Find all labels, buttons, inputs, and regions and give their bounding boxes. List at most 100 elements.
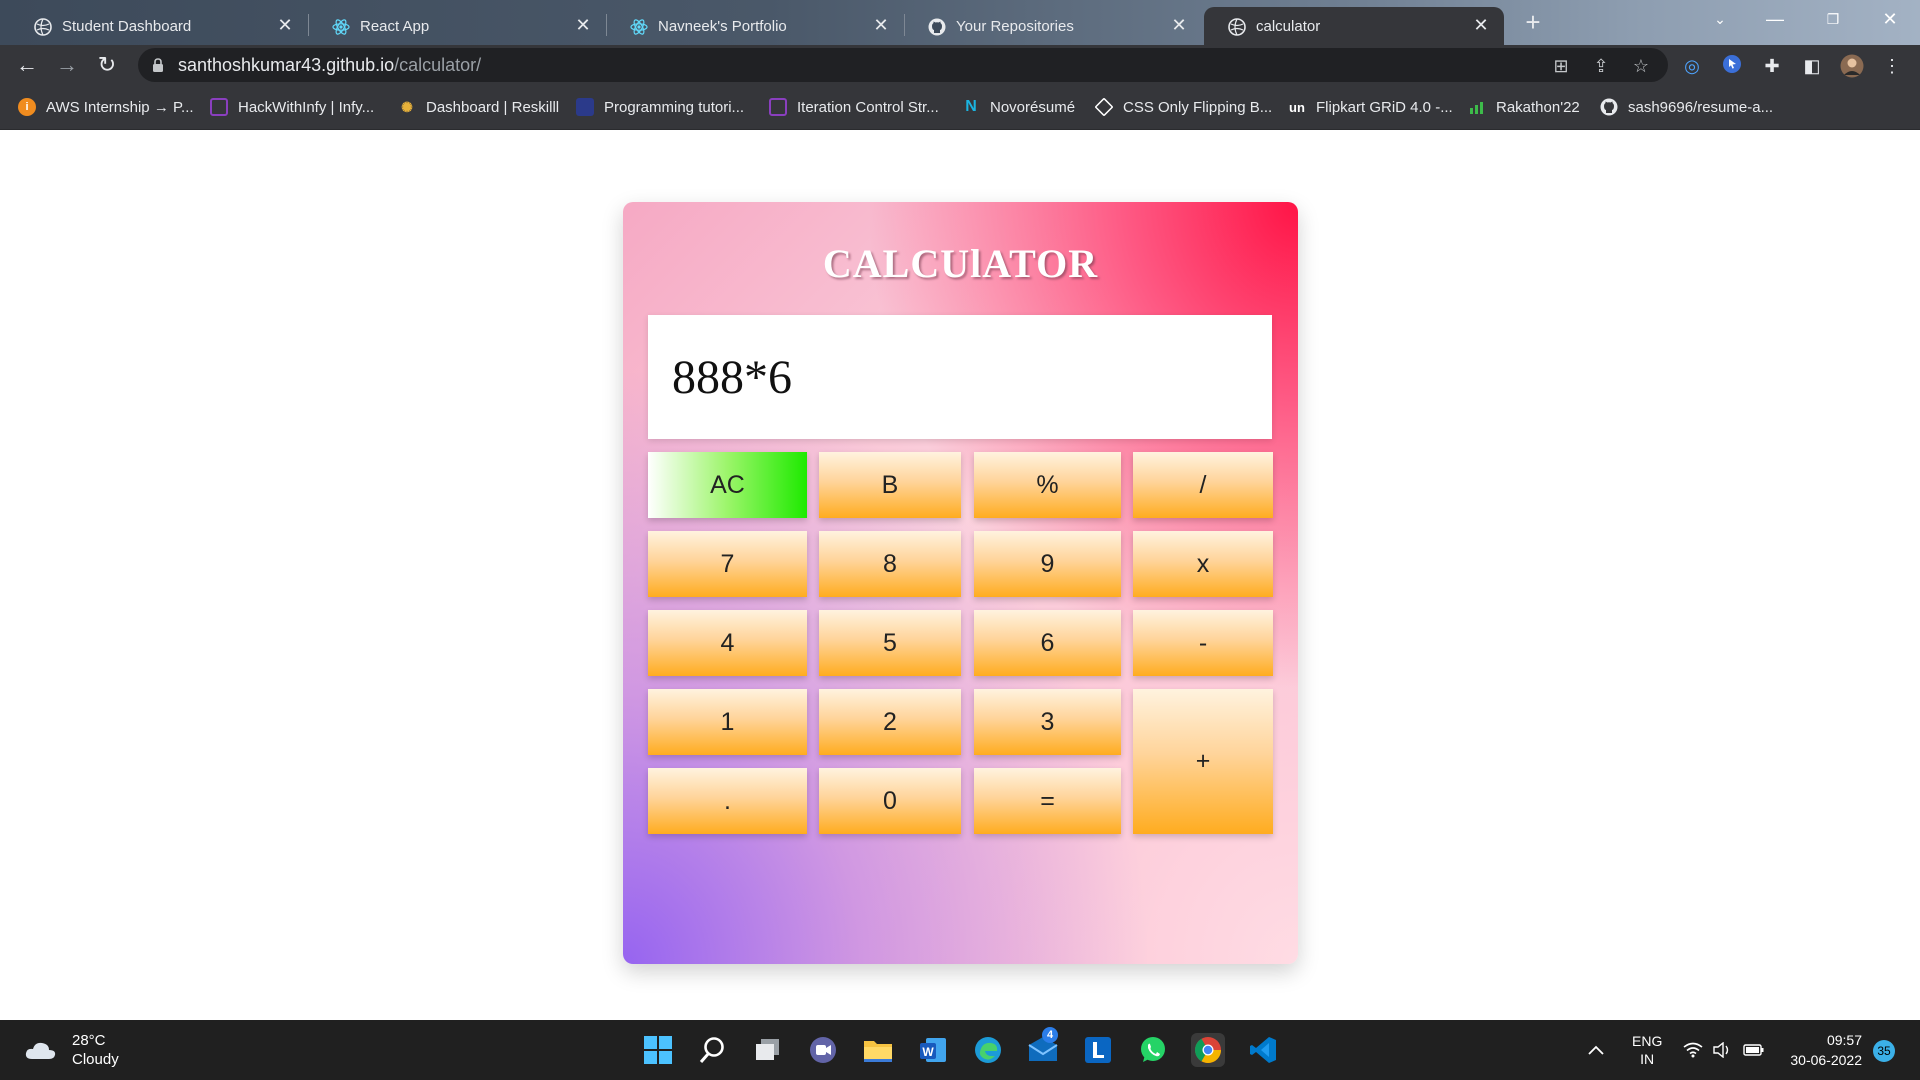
equals-button[interactable]: = — [974, 768, 1121, 834]
bookmark-css-flipping[interactable]: CSS Only Flipping B... — [1094, 96, 1273, 118]
bookmark-label: Programming tutori... — [604, 98, 745, 116]
tab-react-app[interactable]: React App ✕ — [308, 7, 606, 45]
bookmark-rakathon[interactable]: Rakathon'22 — [1468, 96, 1580, 118]
hackwithinfy-icon — [210, 98, 228, 116]
weather-widget[interactable]: 28°C Cloudy — [24, 1030, 119, 1070]
calculator-display[interactable]: 888*6 — [648, 315, 1272, 439]
linkedin-learning-icon[interactable] — [1081, 1033, 1115, 1067]
clear-all-button[interactable]: AC — [648, 452, 807, 518]
globe-icon — [34, 18, 52, 36]
tab-calculator[interactable]: calculator ✕ — [1204, 7, 1504, 45]
tab-search-icon[interactable]: ⌄ — [1700, 6, 1740, 32]
extension-cursor-icon[interactable] — [1720, 54, 1744, 78]
close-tab-icon[interactable]: ✕ — [1168, 14, 1190, 36]
edge-icon[interactable] — [971, 1033, 1005, 1067]
volume-icon[interactable] — [1712, 1020, 1732, 1080]
digit-9-button[interactable]: 9 — [974, 531, 1121, 597]
multiply-button[interactable]: x — [1133, 531, 1273, 597]
url-host: santhoshkumar43.github.io — [178, 55, 395, 75]
mail-badge: 4 — [1042, 1027, 1058, 1043]
restore-icon[interactable]: ❐ — [1813, 6, 1853, 32]
bookmark-label: CSS Only Flipping B... — [1123, 98, 1273, 116]
tab-student-dashboard[interactable]: Student Dashboard ✕ — [10, 7, 308, 45]
tab-label: calculator — [1256, 17, 1321, 35]
weather-temp: 28°C — [72, 1032, 106, 1049]
bookmark-reskilll[interactable]: ✺ Dashboard | Reskilll — [398, 96, 559, 118]
clock-time: 09:57 — [1826, 1032, 1862, 1048]
react-icon — [630, 18, 648, 36]
divide-button[interactable]: / — [1133, 452, 1273, 518]
bookmark-iteration-control[interactable]: Iteration Control Str... — [769, 96, 939, 118]
digit-2-button[interactable]: 2 — [819, 689, 961, 755]
digit-7-button[interactable]: 7 — [648, 531, 807, 597]
bookmark-aws-internship[interactable]: i AWS Internship → P... — [18, 96, 194, 118]
unstop-icon: un — [1289, 99, 1305, 115]
minimize-icon[interactable]: — — [1755, 6, 1795, 32]
svg-text:W: W — [922, 1045, 934, 1059]
bookmark-resume-repo[interactable]: sash9696/resume-a... — [1600, 96, 1773, 118]
decimal-button[interactable]: . — [648, 768, 807, 834]
bookmark-label: Flipkart GRiD 4.0 -... — [1316, 98, 1453, 116]
close-tab-icon[interactable]: ✕ — [274, 14, 296, 36]
bookmark-programming-tutorial[interactable]: Programming tutori... — [576, 96, 744, 118]
language-indicator[interactable]: ENG IN — [1632, 1020, 1662, 1080]
start-icon[interactable] — [641, 1033, 675, 1067]
new-tab-button[interactable]: + — [1518, 8, 1548, 38]
translate-icon[interactable]: ⊞ — [1550, 55, 1572, 77]
minus-button[interactable]: - — [1133, 610, 1273, 676]
reload-icon[interactable]: ↻ — [92, 50, 122, 80]
tab-your-repositories[interactable]: Your Repositories ✕ — [904, 7, 1202, 45]
digit-6-button[interactable]: 6 — [974, 610, 1121, 676]
bookmark-star-icon[interactable]: ☆ — [1630, 55, 1652, 77]
close-window-icon[interactable]: ✕ — [1870, 6, 1910, 32]
digit-4-button[interactable]: 4 — [648, 610, 807, 676]
github-icon — [928, 18, 946, 36]
task-view-icon[interactable] — [751, 1033, 785, 1067]
file-explorer-icon[interactable] — [861, 1033, 895, 1067]
word-icon[interactable]: W — [916, 1033, 950, 1067]
bookmark-hackwithinfy[interactable]: HackWithInfy | Infy... — [210, 96, 374, 118]
whatsapp-icon[interactable] — [1136, 1033, 1170, 1067]
tab-portfolio[interactable]: Navneek's Portfolio ✕ — [606, 7, 904, 45]
plus-button[interactable]: + — [1133, 689, 1273, 834]
calculator-title: CALCUlATOR — [822, 241, 1099, 286]
browser-menu-icon[interactable]: ⋮ — [1880, 54, 1904, 78]
bookmark-novoresume[interactable]: N Novorésumé — [962, 96, 1075, 118]
digit-5-button[interactable]: 5 — [819, 610, 961, 676]
tutorial-icon — [576, 98, 594, 116]
address-bar[interactable]: santhoshkumar43.github.io/calculator/ ⊞ … — [138, 48, 1668, 82]
language-bottom: IN — [1640, 1051, 1655, 1067]
back-icon[interactable]: ← — [12, 50, 42, 80]
digit-0-button[interactable]: 0 — [819, 768, 961, 834]
iteration-icon — [769, 98, 787, 116]
backspace-button[interactable]: B — [819, 452, 961, 518]
wifi-icon[interactable] — [1683, 1020, 1703, 1080]
chrome-icon[interactable] — [1191, 1033, 1225, 1067]
percent-button[interactable]: % — [974, 452, 1121, 518]
digit-1-button[interactable]: 1 — [648, 689, 807, 755]
extensions-puzzle-icon[interactable]: ✚ — [1760, 54, 1784, 78]
bookmark-label: Novorésumé — [990, 98, 1076, 116]
close-tab-icon[interactable]: ✕ — [572, 14, 594, 36]
aws-icon: i — [18, 98, 36, 116]
teams-chat-icon[interactable] — [806, 1033, 840, 1067]
bookmark-flipkart-grid[interactable]: un Flipkart GRiD 4.0 -... — [1288, 96, 1453, 118]
url-path: /calculator/ — [394, 55, 482, 75]
windows-taskbar: 28°C Cloudy W 4 ENG IN 09:57 30-06-2022 … — [0, 1020, 1920, 1080]
browser-tab-strip: Student Dashboard ✕ React App ✕ Navneek'… — [0, 0, 1920, 45]
system-clock[interactable]: 09:57 30-06-2022 — [1772, 1030, 1862, 1070]
side-panel-icon[interactable]: ◧ — [1800, 54, 1824, 78]
vscode-icon[interactable] — [1246, 1033, 1280, 1067]
forward-icon[interactable]: → — [52, 50, 82, 80]
close-tab-icon[interactable]: ✕ — [1470, 14, 1492, 36]
share-icon[interactable]: ⇪ — [1590, 55, 1612, 77]
notification-badge[interactable]: 35 — [1873, 1040, 1895, 1062]
digit-8-button[interactable]: 8 — [819, 531, 961, 597]
digit-3-button[interactable]: 3 — [974, 689, 1121, 755]
battery-icon[interactable] — [1743, 1020, 1765, 1080]
hidden-icons-chevron[interactable] — [1587, 1020, 1605, 1080]
profile-avatar[interactable] — [1840, 54, 1864, 78]
extension-copilot-icon[interactable]: ◎ — [1680, 54, 1704, 78]
search-icon[interactable] — [696, 1033, 730, 1067]
close-tab-icon[interactable]: ✕ — [870, 14, 892, 36]
